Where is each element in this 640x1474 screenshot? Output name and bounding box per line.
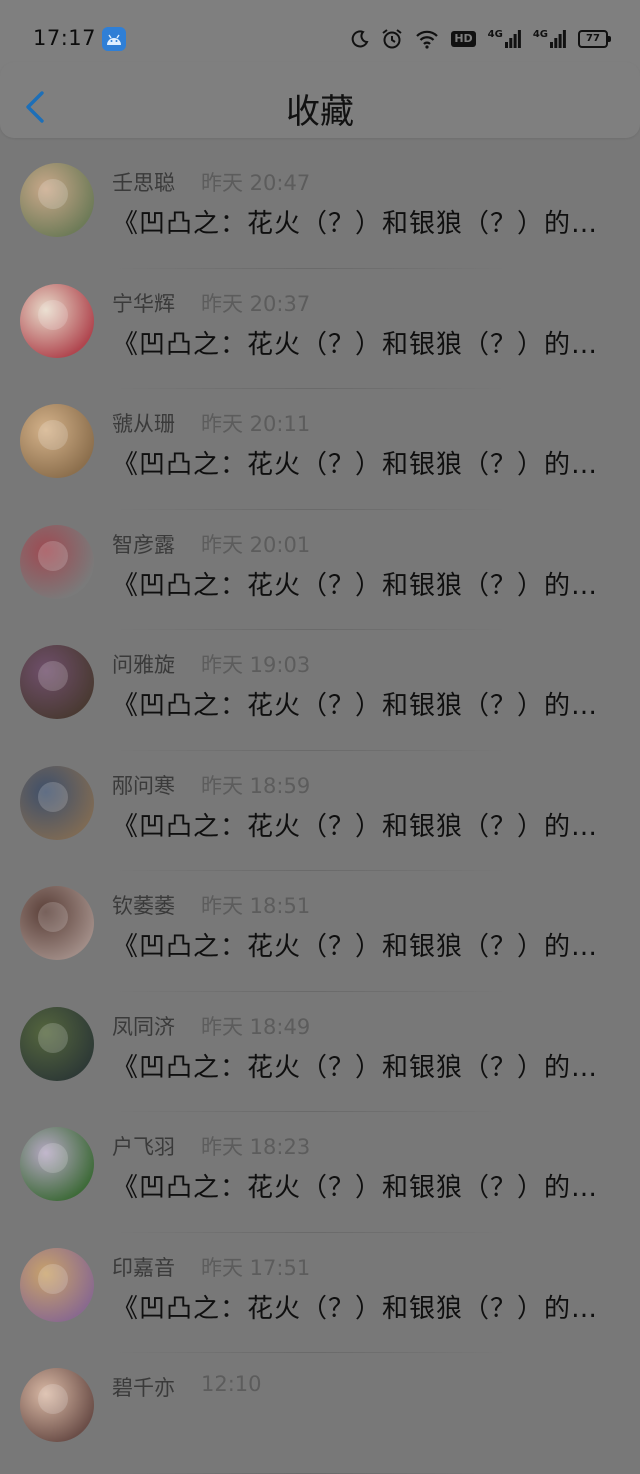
signal-strength-icon-2: 4G <box>533 30 566 48</box>
battery-icon: 77 <box>578 30 611 48</box>
sender-name: 凤同济 <box>112 1014 175 1039</box>
favorite-message-preview: 《凹凸之：花火（？）和银狼（？）的故事 <box>112 329 604 360</box>
divider <box>112 1472 510 1474</box>
favorite-message-preview: 《凹凸之：花火（？）和银狼（？）的故事 <box>112 691 604 721</box>
network-type-label: 4G <box>487 29 503 40</box>
favorite-message-preview: 《凹凸之：花火（？）和银狼（？）的故事 <box>112 811 604 842</box>
favorite-message-preview: 《凹凸之：花火（？）和银狼（？）的故事 <box>112 570 604 601</box>
favorite-message-preview: 《凹凸之：花火（？）和银狼（？）的故事 <box>112 1293 604 1324</box>
favorite-item[interactable]: 壬思聪 昨天 20:47 《凹凸之：花火（？）和银狼（？）的故事 <box>0 148 640 269</box>
favorite-item[interactable]: 钦萎萎 昨天 18:51 《凹凸之：花火（？）和银狼（？）的故事 <box>0 871 640 992</box>
sender-name: 邴问寒 <box>112 773 175 798</box>
favorite-message-preview: 《凹凸之：花火（？）和银狼（？）的故事 <box>112 209 604 239</box>
favorite-time: 昨天 20:37 <box>201 291 311 316</box>
avatar[interactable] <box>20 765 94 840</box>
favorite-time: 昨天 19:03 <box>201 653 311 677</box>
favorite-item[interactable]: 凤同济 昨天 18:49 《凹凸之：花火（？）和银狼（？）的故事 <box>0 992 640 1112</box>
favorite-time: 昨天 18:23 <box>201 1135 311 1159</box>
wifi-icon <box>416 30 439 49</box>
sender-name: 智彦露 <box>112 532 175 557</box>
favorite-message-preview: 《凹凸之：花火（？）和银狼（？）的故事 <box>112 932 604 962</box>
signal-strength-icon: 4G <box>488 30 521 48</box>
favorite-item[interactable]: 户飞羽 昨天 18:23 《凹凸之：花火（？）和银狼（？）的故事 <box>0 1112 640 1233</box>
status-time: 17:17 <box>33 26 97 50</box>
favorite-message-preview: 《凹凸之：花火（？）和银狼（？）的故事 <box>112 1173 604 1203</box>
avatar[interactable] <box>20 1247 94 1322</box>
avatar[interactable] <box>20 524 94 599</box>
avatar[interactable] <box>20 1127 94 1201</box>
page-title: 收藏 <box>286 92 354 132</box>
favorite-time: 昨天 18:49 <box>201 1014 311 1039</box>
favorite-time: 昨天 18:59 <box>201 773 311 798</box>
alarm-clock-icon <box>382 29 402 49</box>
favorite-item[interactable]: 碧千亦 12:10 <box>0 1353 640 1474</box>
sender-name: 虢从珊 <box>112 412 175 436</box>
sender-name: 问雅旋 <box>112 653 175 677</box>
avatar[interactable] <box>20 404 94 478</box>
favorites-list: 壬思聪 昨天 20:47 《凹凸之：花火（？）和银狼（？）的故事 宁华辉 昨天 20:3… <box>0 148 640 1474</box>
sender-name: 宁华辉 <box>112 291 175 316</box>
network-type-label-2: 4G <box>532 29 548 40</box>
moon-icon <box>351 30 369 48</box>
avatar[interactable] <box>20 1006 94 1081</box>
favorite-item[interactable]: 宁华辉 昨天 20:37 《凹凸之：花火（？）和银狼（？）的故事 <box>0 269 640 389</box>
avatar[interactable] <box>20 163 94 237</box>
favorite-item[interactable]: 智彦露 昨天 20:01 《凹凸之：花火（？）和银狼（？）的故事 <box>0 510 640 630</box>
sender-name: 碧千亦 <box>112 1376 175 1400</box>
favorite-time: 昨天 20:47 <box>201 171 311 195</box>
navigation-bar: 收藏 <box>0 62 640 138</box>
android-app-icon <box>102 27 126 51</box>
hd-voice-badge: HD <box>451 31 476 47</box>
favorite-message-preview: 《凹凸之：花火（？）和银狼（？）的故事 <box>112 1052 604 1083</box>
favorite-time: 昨天 20:01 <box>201 532 311 557</box>
favorite-time: 昨天 20:11 <box>201 412 311 436</box>
favorite-time: 12:10 <box>201 1372 262 1396</box>
favorite-item[interactable]: 问雅旋 昨天 19:03 《凹凸之：花火（？）和银狼（？）的故事 <box>0 630 640 751</box>
favorite-time: 昨天 18:51 <box>201 894 311 918</box>
favorite-item[interactable]: 印嘉音 昨天 17:51 《凹凸之：花火（？）和银狼（？）的故事 <box>0 1233 640 1353</box>
avatar[interactable] <box>20 645 94 719</box>
sender-name: 印嘉音 <box>112 1255 175 1280</box>
favorite-time: 昨天 17:51 <box>201 1255 311 1280</box>
avatar[interactable] <box>20 1368 94 1442</box>
avatar[interactable] <box>20 886 94 960</box>
sender-name: 壬思聪 <box>112 171 175 195</box>
sender-name: 钦萎萎 <box>112 894 175 918</box>
favorite-item[interactable]: 邴问寒 昨天 18:59 《凹凸之：花火（？）和银狼（？）的故事 <box>0 751 640 871</box>
favorite-message-preview: 《凹凸之：花火（？）和银狼（？）的故事 <box>112 450 604 480</box>
favorite-item[interactable]: 虢从珊 昨天 20:11 《凹凸之：花火（？）和银狼（？）的故事 <box>0 389 640 510</box>
sender-name: 户飞羽 <box>112 1135 175 1159</box>
avatar[interactable] <box>20 283 94 358</box>
